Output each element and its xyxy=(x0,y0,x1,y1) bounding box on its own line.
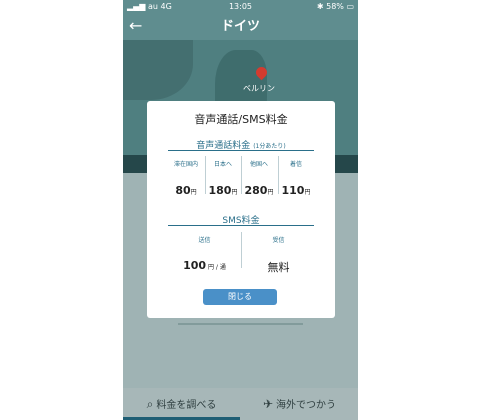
city-label: ベルリン xyxy=(243,84,275,93)
sms-receive-value: 無料 xyxy=(267,261,290,274)
sms-send-label: 送信 xyxy=(198,237,211,244)
tab-bar: ⌕ 料金を調べる ✈ 海外でつかう xyxy=(123,388,358,420)
sms-receive: 受信 無料 xyxy=(242,235,315,275)
tab-label: 海外でつかう xyxy=(276,400,337,411)
modal-title: 音声通話/SMS料金 xyxy=(194,113,288,126)
tab-check-rates[interactable]: ⌕ 料金を調べる xyxy=(123,388,240,420)
sms-divider xyxy=(168,225,314,226)
tab-label: 料金を調べる xyxy=(156,400,217,411)
page-title: ドイツ xyxy=(220,19,260,34)
col-value: 280円 xyxy=(244,184,274,197)
sms-send-value: 100 円 / 通 xyxy=(183,259,226,272)
rates-modal: 音声通話/SMS料金 音声通話料金 (1分あたり) 滞在国内 80円 日本へ 1… xyxy=(147,101,335,318)
search-icon: ⌕ xyxy=(146,397,154,411)
col-label: 着信 xyxy=(289,161,302,168)
col-value: 80円 xyxy=(175,184,197,197)
airplane-icon: ✈ xyxy=(262,397,274,411)
col-value: 180円 xyxy=(208,184,238,197)
status-bar: ▂▄▆ au 4G 13:05 ✱ 58% ▭ xyxy=(123,0,358,14)
voice-divider xyxy=(168,150,314,151)
bluetooth-icon: ✱ xyxy=(316,2,324,11)
battery-percent: 58% xyxy=(326,2,344,11)
sms-receive-label: 受信 xyxy=(272,237,285,244)
battery-icon: ▭ xyxy=(346,2,354,11)
voice-col-other: 他国へ 280円 xyxy=(241,159,277,197)
tab-use-abroad[interactable]: ✈ 海外でつかう xyxy=(241,388,358,420)
voice-col-incoming: 着信 110円 xyxy=(278,159,314,197)
sms-send: 送信 100 円 / 通 xyxy=(168,235,241,272)
col-label: 滞在国内 xyxy=(173,161,198,168)
close-button[interactable]: 閉じる xyxy=(203,289,277,305)
voice-col-domestic: 滞在国内 80円 xyxy=(168,159,204,197)
col-value: 110円 xyxy=(281,184,311,197)
nav-bar: ← ドイツ xyxy=(123,14,358,40)
col-label: 日本へ xyxy=(213,161,232,168)
map-land xyxy=(123,40,193,100)
voice-col-japan: 日本へ 180円 xyxy=(205,159,241,197)
voice-note: (1分あたり) xyxy=(253,143,286,150)
col-label: 他国へ xyxy=(249,161,268,168)
